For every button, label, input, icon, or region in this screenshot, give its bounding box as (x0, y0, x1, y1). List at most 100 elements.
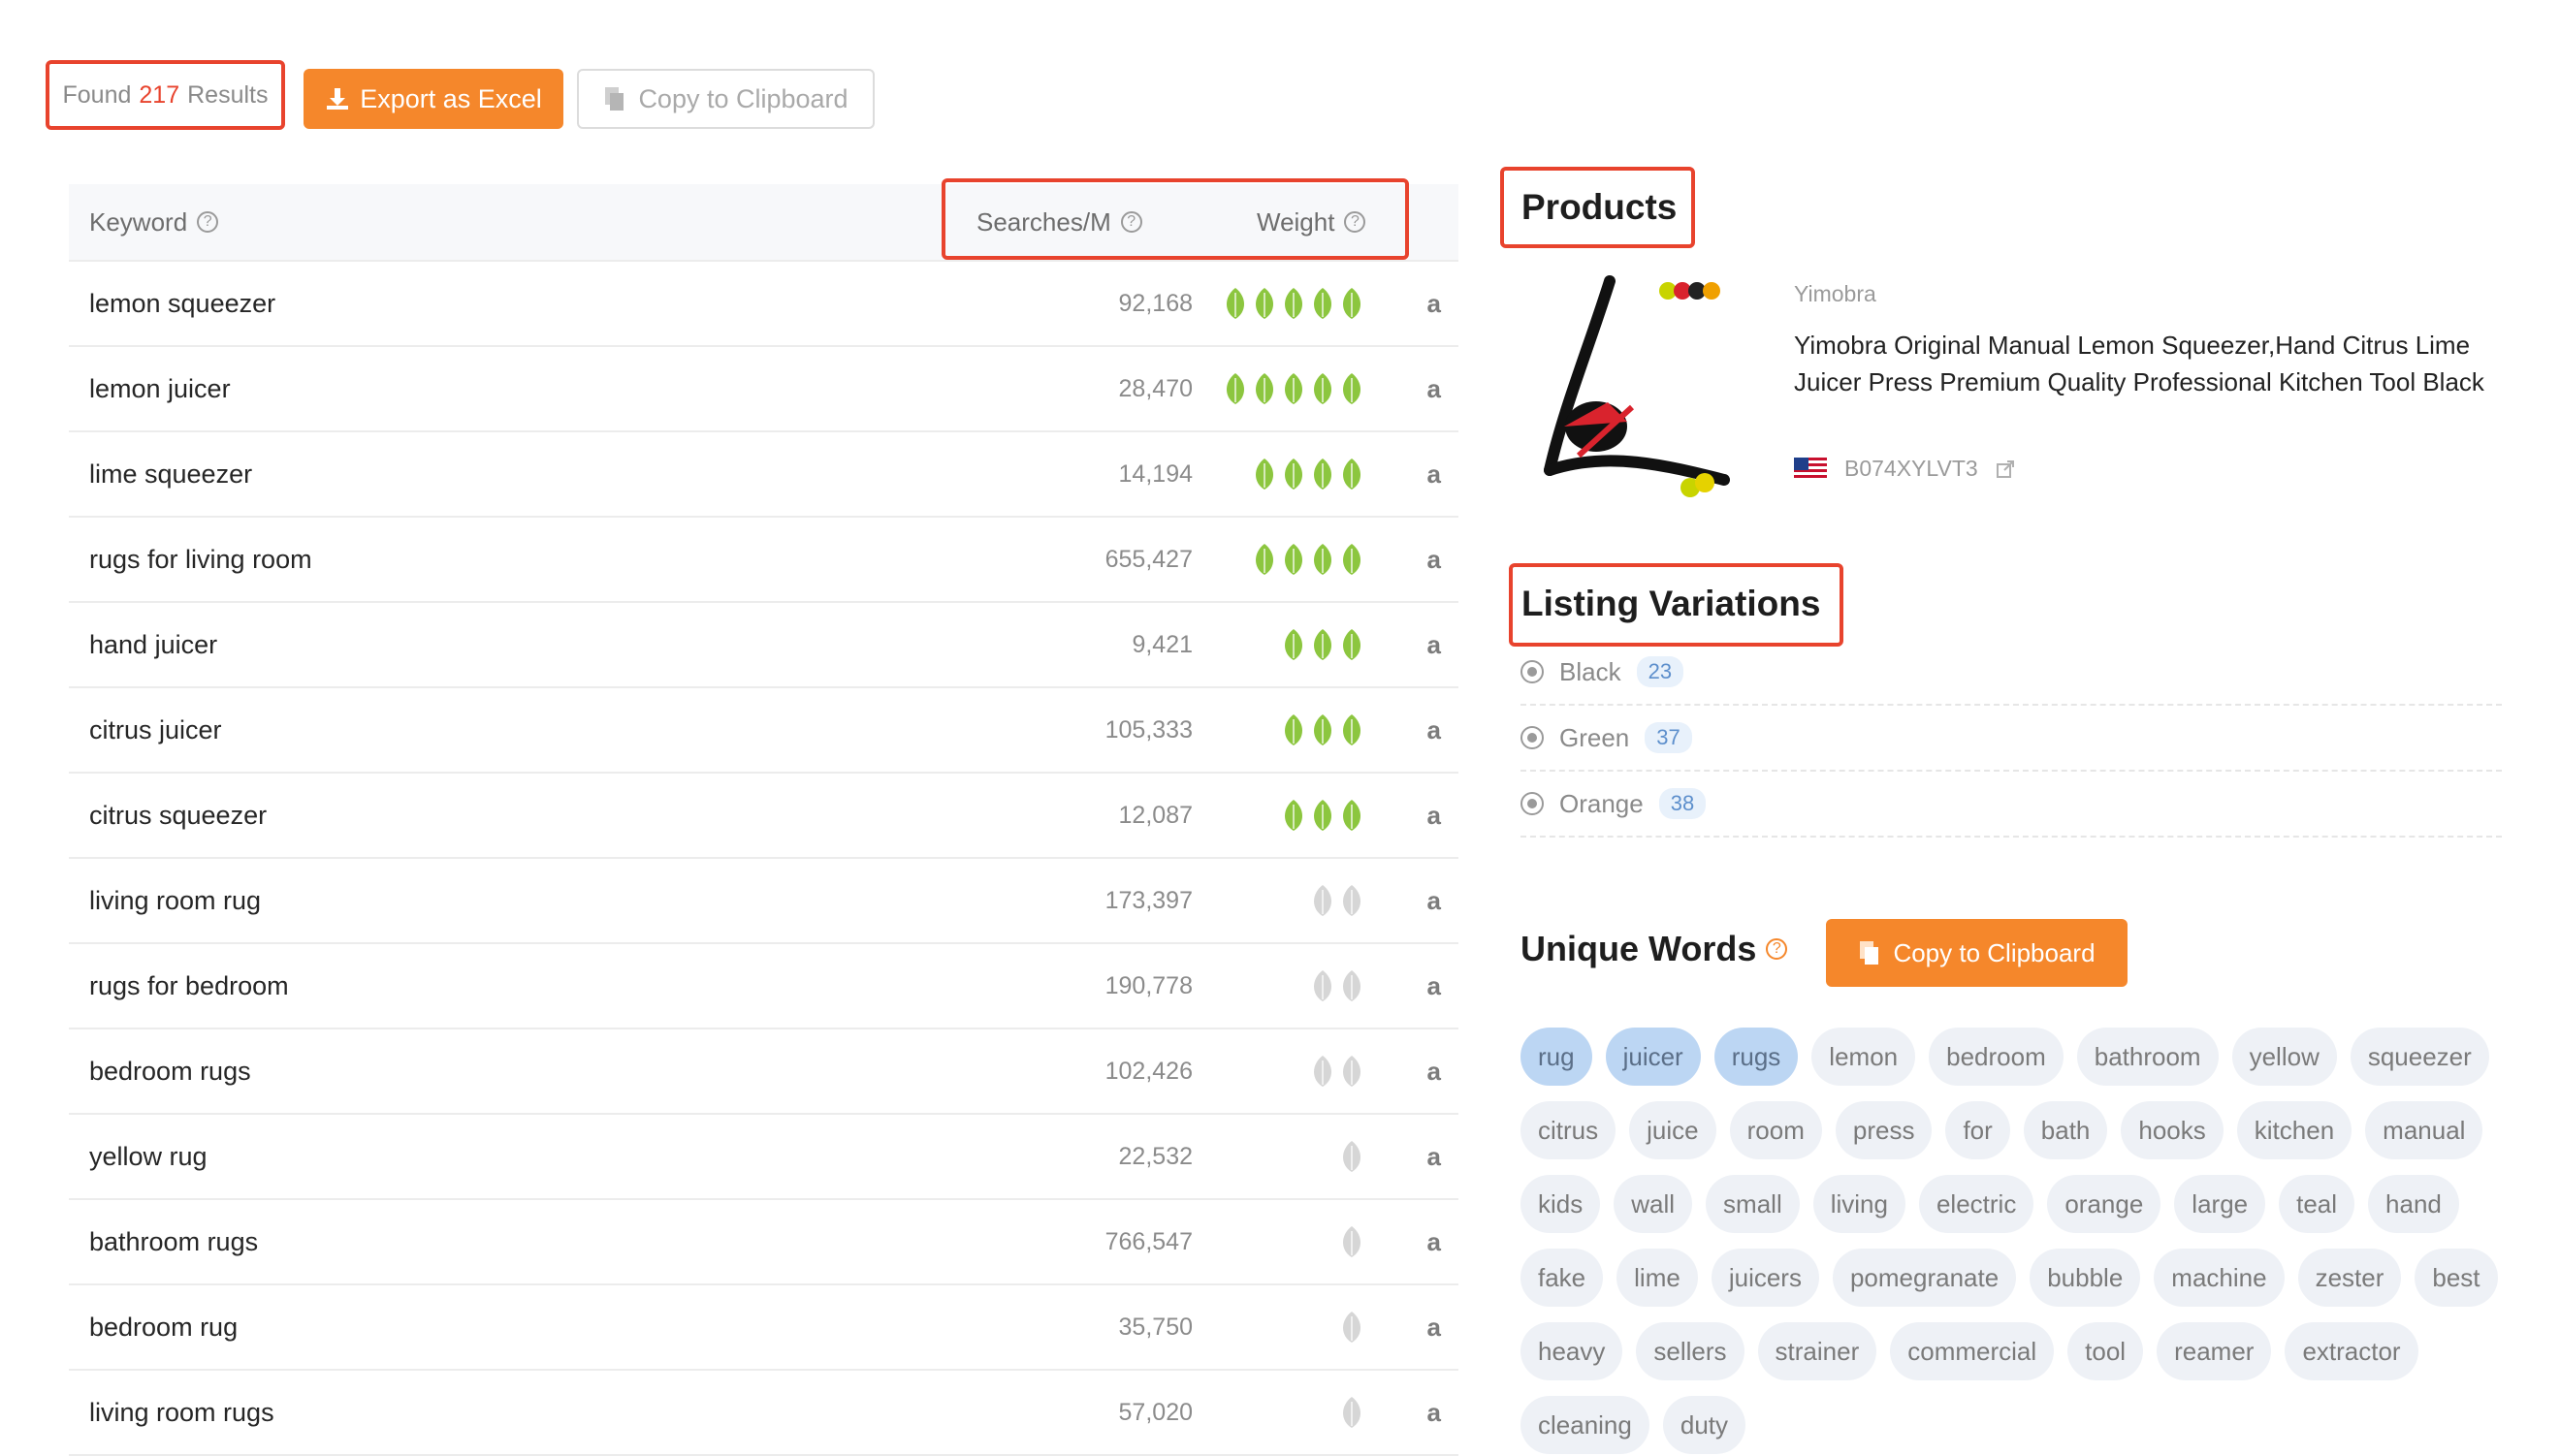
product-title[interactable]: Yimobra Original Manual Lemon Squeezer,H… (1794, 327, 2512, 400)
keyword-cell[interactable]: yellow rug (89, 1115, 208, 1198)
word-chip[interactable]: bubble (2030, 1249, 2141, 1307)
keyword-cell[interactable]: hand juicer (89, 603, 217, 686)
word-chip[interactable]: juice (1629, 1101, 1716, 1159)
word-chip[interactable]: press (1835, 1101, 1933, 1159)
word-chip[interactable]: hooks (2121, 1101, 2224, 1159)
amazon-icon[interactable]: a (1427, 859, 1441, 942)
radio-icon[interactable] (1520, 660, 1544, 683)
amazon-icon[interactable]: a (1427, 432, 1441, 516)
word-chip[interactable]: duty (1662, 1396, 1746, 1454)
word-chip[interactable]: yellow (2231, 1028, 2337, 1086)
table-row[interactable]: citrus juicer 105,333 a (69, 688, 1458, 774)
keyword-cell[interactable]: rugs for bedroom (89, 944, 289, 1028)
table-row[interactable]: living room rugs 57,020 a (69, 1371, 1458, 1456)
word-chip[interactable]: juicer (1605, 1028, 1701, 1086)
word-chip[interactable]: kitchen (2236, 1101, 2352, 1159)
table-row[interactable]: citrus squeezer 12,087 a (69, 774, 1458, 859)
amazon-icon[interactable]: a (1427, 262, 1441, 345)
table-row[interactable]: bedroom rug 35,750 a (69, 1285, 1458, 1371)
word-chip[interactable]: electric (1918, 1175, 2034, 1233)
keyword-cell[interactable]: lemon squeezer (89, 262, 275, 345)
word-chip[interactable]: small (1706, 1175, 1800, 1233)
table-row[interactable]: rugs for living room 655,427 a (69, 518, 1458, 603)
word-chip[interactable]: tool (2067, 1322, 2144, 1380)
keyword-cell[interactable]: lime squeezer (89, 432, 252, 516)
keyword-cell[interactable]: citrus juicer (89, 688, 222, 772)
word-chip[interactable]: lemon (1811, 1028, 1916, 1086)
word-chip[interactable]: cleaning (1520, 1396, 1649, 1454)
word-chip[interactable]: extractor (2285, 1322, 2418, 1380)
external-link-icon[interactable] (1996, 459, 2015, 479)
word-chip[interactable]: zester (2297, 1249, 2402, 1307)
word-chip[interactable]: sellers (1636, 1322, 1744, 1380)
word-chip[interactable]: teal (2279, 1175, 2355, 1233)
table-row[interactable]: rugs for bedroom 190,778 a (69, 944, 1458, 1029)
keyword-cell[interactable]: citrus squeezer (89, 774, 267, 857)
variation-item[interactable]: Orange 38 (1520, 772, 2502, 838)
keyword-cell[interactable]: lemon juicer (89, 347, 231, 430)
variation-item[interactable]: Green 37 (1520, 706, 2502, 772)
word-chip[interactable]: large (2174, 1175, 2266, 1233)
word-chip[interactable]: heavy (1520, 1322, 1623, 1380)
word-chip[interactable]: best (2415, 1249, 2498, 1307)
table-row[interactable]: hand juicer 9,421 a (69, 603, 1458, 688)
word-chip[interactable]: bath (2023, 1101, 2108, 1159)
table-row[interactable]: living room rug 173,397 a (69, 859, 1458, 944)
radio-icon[interactable] (1520, 726, 1544, 749)
keyword-cell[interactable]: living room rugs (89, 1371, 274, 1454)
radio-icon[interactable] (1520, 792, 1544, 815)
word-chip[interactable]: room (1729, 1101, 1822, 1159)
help-icon[interactable]: ? (1766, 938, 1788, 960)
keyword-cell[interactable]: bathroom rugs (89, 1200, 258, 1283)
help-icon[interactable]: ? (197, 211, 219, 233)
amazon-icon[interactable]: a (1427, 1029, 1441, 1113)
word-chip[interactable]: reamer (2157, 1322, 2272, 1380)
word-chip[interactable]: lime (1616, 1249, 1698, 1307)
word-chip[interactable]: fake (1520, 1249, 1604, 1307)
table-row[interactable]: bathroom rugs 766,547 a (69, 1200, 1458, 1285)
word-chip[interactable]: kids (1520, 1175, 1601, 1233)
product-image[interactable] (1520, 262, 1734, 499)
keyword-cell[interactable]: bedroom rug (89, 1285, 238, 1369)
word-chip[interactable]: machine (2154, 1249, 2285, 1307)
word-chip[interactable]: bedroom (1929, 1028, 2064, 1086)
word-chip[interactable]: pomegranate (1832, 1249, 2017, 1307)
table-row[interactable]: yellow rug 22,532 a (69, 1115, 1458, 1200)
word-chip[interactable]: citrus (1520, 1101, 1616, 1159)
keyword-cell[interactable]: rugs for living room (89, 518, 312, 601)
amazon-icon[interactable]: a (1427, 1200, 1441, 1283)
keyword-cell[interactable]: bedroom rugs (89, 1029, 251, 1113)
column-keyword[interactable]: Keyword ? (89, 184, 219, 260)
keyword-cell[interactable]: living room rug (89, 859, 261, 942)
copy-words-button[interactable]: Copy to Clipboard (1826, 919, 2128, 987)
table-row[interactable]: lemon squeezer 92,168 a (69, 262, 1458, 347)
word-chip[interactable]: for (1945, 1101, 2010, 1159)
amazon-icon[interactable]: a (1427, 1115, 1441, 1198)
table-row[interactable]: lemon juicer 28,470 a (69, 347, 1458, 432)
amazon-icon[interactable]: a (1427, 1285, 1441, 1369)
word-chip[interactable]: living (1812, 1175, 1905, 1233)
amazon-icon[interactable]: a (1427, 944, 1441, 1028)
word-chip[interactable]: squeezer (2350, 1028, 2489, 1086)
word-chip[interactable]: strainer (1757, 1322, 1877, 1380)
amazon-icon[interactable]: a (1427, 603, 1441, 686)
amazon-icon[interactable]: a (1427, 774, 1441, 857)
word-chip[interactable]: manual (2365, 1101, 2483, 1159)
word-chip[interactable]: juicers (1711, 1249, 1819, 1307)
amazon-icon[interactable]: a (1427, 347, 1441, 430)
product-asin[interactable]: B074XYLVT3 (1844, 456, 1978, 482)
amazon-icon[interactable]: a (1427, 1371, 1441, 1454)
word-chip[interactable]: rug (1520, 1028, 1592, 1086)
table-row[interactable]: bedroom rugs 102,426 a (69, 1029, 1458, 1115)
word-chip[interactable]: hand (2368, 1175, 2459, 1233)
amazon-icon[interactable]: a (1427, 688, 1441, 772)
word-chip[interactable]: bathroom (2076, 1028, 2219, 1086)
variation-item[interactable]: Black 23 (1520, 640, 2502, 706)
word-chip[interactable]: orange (2047, 1175, 2161, 1233)
word-chip[interactable]: rugs (1713, 1028, 1799, 1086)
table-row[interactable]: lime squeezer 14,194 a (69, 432, 1458, 518)
export-excel-button[interactable]: Export as Excel (304, 69, 563, 129)
copy-clipboard-button[interactable]: Copy to Clipboard (577, 69, 875, 129)
amazon-icon[interactable]: a (1427, 518, 1441, 601)
word-chip[interactable]: wall (1614, 1175, 1693, 1233)
